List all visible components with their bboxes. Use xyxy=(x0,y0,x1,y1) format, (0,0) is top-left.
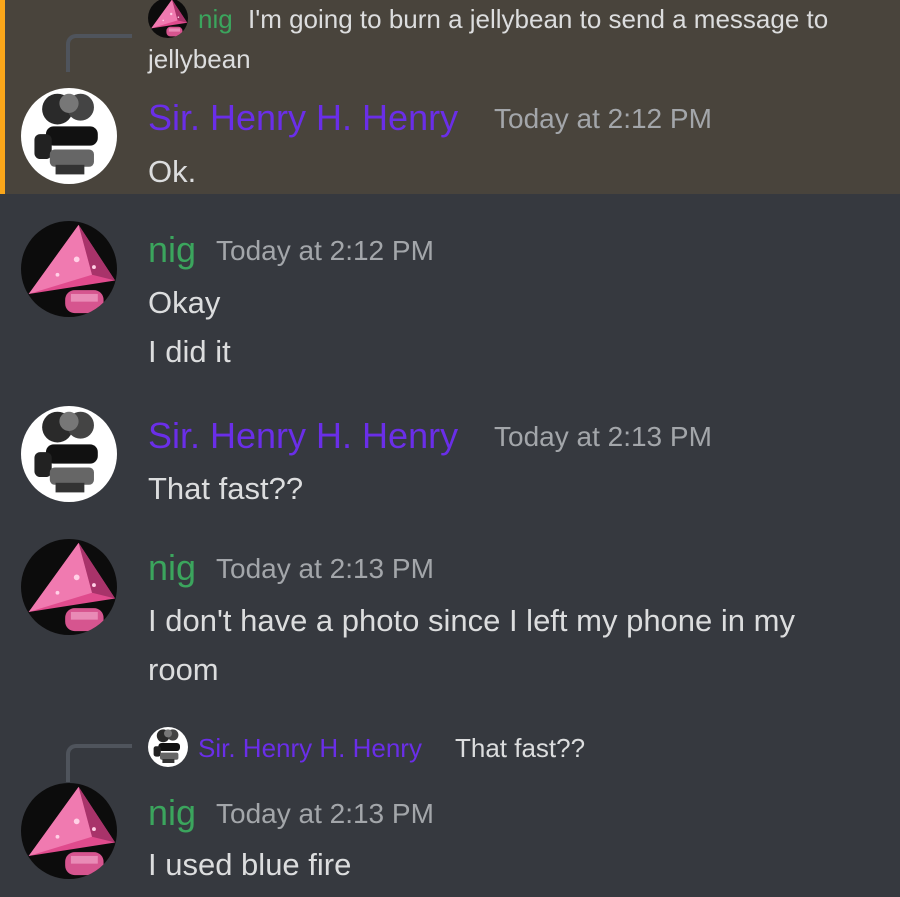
message-author[interactable]: Sir. Henry H. Henry xyxy=(148,96,458,140)
reply-preview-text-wrap[interactable]: jellybean xyxy=(148,44,251,75)
reply-author[interactable]: nig xyxy=(198,4,233,35)
message-timestamp: Today at 2:12 PM xyxy=(494,103,712,134)
reply-connector xyxy=(66,744,132,782)
message-author[interactable]: nig xyxy=(148,546,196,590)
avatar-henry[interactable] xyxy=(21,88,117,184)
message-timestamp: Today at 2:13 PM xyxy=(216,798,434,829)
message-author[interactable]: Sir. Henry H. Henry xyxy=(148,414,458,458)
message-author[interactable]: nig xyxy=(148,228,196,272)
message-timestamp: Today at 2:13 PM xyxy=(494,421,712,452)
message-text: I did it xyxy=(148,334,231,369)
message-text: I don't have a photo since I left my pho… xyxy=(148,603,795,638)
message-timestamp: Today at 2:13 PM xyxy=(216,553,434,584)
reply-preview-text[interactable]: That fast?? xyxy=(455,733,585,764)
avatar-nig[interactable] xyxy=(21,221,117,317)
message-text: room xyxy=(148,652,219,687)
message-timestamp: Today at 2:12 PM xyxy=(216,235,434,266)
message-text: That fast?? xyxy=(148,471,304,506)
avatar-henry[interactable] xyxy=(21,406,117,502)
reply-avatar-henry[interactable] xyxy=(148,727,188,767)
mention-highlight-bar xyxy=(0,0,5,194)
reply-author[interactable]: Sir. Henry H. Henry xyxy=(198,733,422,764)
reply-connector xyxy=(66,34,132,72)
reply-preview-text[interactable]: I'm going to burn a jellybean to send a … xyxy=(248,4,828,35)
message-text: I used blue fire xyxy=(148,847,352,882)
message-text: Okay xyxy=(148,285,221,320)
avatar-nig[interactable] xyxy=(21,783,117,879)
avatar-nig[interactable] xyxy=(21,539,117,635)
message-author[interactable]: nig xyxy=(148,791,196,835)
message-text: Ok. xyxy=(148,154,197,189)
